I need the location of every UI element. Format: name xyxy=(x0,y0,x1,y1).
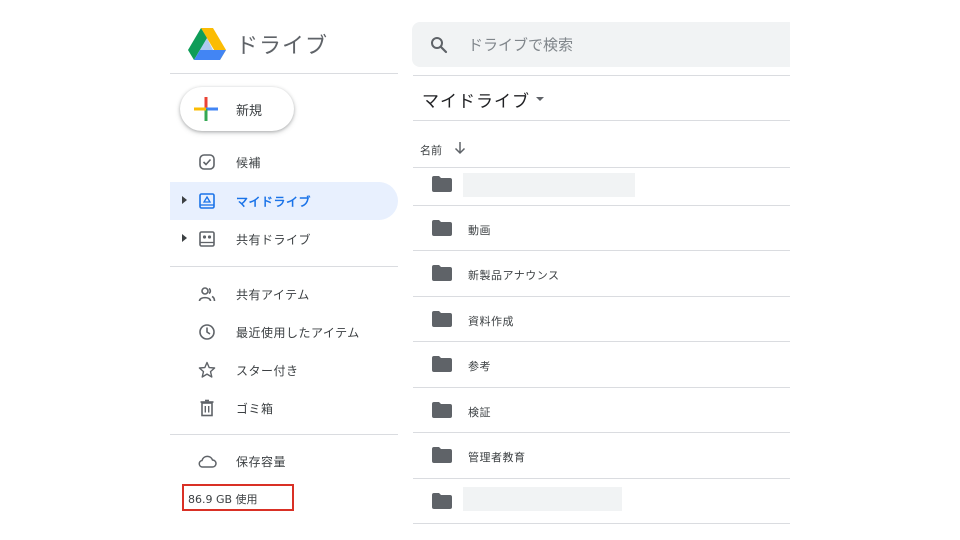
folder-icon xyxy=(432,220,452,236)
folder-icon xyxy=(432,356,452,372)
drive-logo-icon[interactable] xyxy=(188,28,226,60)
column-header-name[interactable]: 名前 xyxy=(420,142,442,158)
sidebar-item-label: 共有ドライブ xyxy=(236,233,312,247)
sidebar-item-suggested[interactable]: 候補 xyxy=(170,143,398,181)
file-name: 検証 xyxy=(468,406,491,419)
expand-caret-icon[interactable] xyxy=(182,234,187,242)
breadcrumb-divider xyxy=(413,120,790,121)
sidebar-item-label: 候補 xyxy=(236,156,262,170)
table-row[interactable]: 動画 xyxy=(413,206,790,251)
sidebar-item-label: 共有アイテム xyxy=(236,288,310,302)
redacted-name xyxy=(463,487,622,511)
sidebar-item-label: 最近使用したアイテム xyxy=(236,326,360,340)
header-divider xyxy=(170,73,398,74)
folder-icon xyxy=(432,402,452,418)
new-button-label: 新規 xyxy=(236,104,263,119)
file-name: 動画 xyxy=(468,224,491,237)
suggest-check-icon xyxy=(199,154,215,170)
sidebar-item-shared-drives[interactable]: 共有ドライブ xyxy=(170,220,398,258)
file-name: 管理者教育 xyxy=(468,451,526,464)
sidebar-item-trash[interactable]: ゴミ箱 xyxy=(170,389,398,427)
sidebar-item-label: スター付き xyxy=(236,364,299,378)
folder-icon xyxy=(432,265,452,281)
file-name: 資料作成 xyxy=(468,315,514,328)
sidebar-item-label: 保存容量 xyxy=(236,455,287,469)
sidebar-item-storage[interactable]: 保存容量 xyxy=(170,442,398,480)
cloud-icon xyxy=(198,455,217,468)
row-divider xyxy=(413,523,790,524)
app-title: ドライブ xyxy=(236,34,329,59)
search-input[interactable]: ドライブで検索 xyxy=(468,34,573,55)
folder-icon xyxy=(432,176,452,192)
sidebar-item-shared-with-me[interactable]: 共有アイテム xyxy=(170,275,398,313)
breadcrumb-my-drive[interactable]: マイドライブ xyxy=(422,87,530,112)
redacted-name xyxy=(463,173,635,197)
folder-icon xyxy=(432,493,452,509)
folder-icon xyxy=(432,311,452,327)
sidebar-item-starred[interactable]: スター付き xyxy=(170,351,398,389)
table-row[interactable] xyxy=(413,479,790,524)
sidebar-divider xyxy=(170,266,398,267)
storage-usage: 86.9 GB 使用 xyxy=(182,484,294,511)
new-button[interactable]: 新規 xyxy=(180,87,294,131)
sidebar-item-label: ゴミ箱 xyxy=(236,402,274,416)
storage-usage-text: 86.9 GB 使用 xyxy=(188,493,258,506)
table-row[interactable]: 管理者教育 xyxy=(413,433,790,478)
table-row[interactable]: 新製品アナウンス xyxy=(413,251,790,296)
plus-icon xyxy=(194,97,218,121)
search-icon[interactable] xyxy=(430,36,448,54)
search-bar[interactable]: ドライブで検索 xyxy=(412,22,790,67)
file-name: 参考 xyxy=(468,360,491,373)
trash-icon xyxy=(200,399,214,417)
sidebar-item-my-drive[interactable]: マイドライブ xyxy=(170,182,398,220)
header-divider xyxy=(413,75,790,76)
star-icon xyxy=(198,361,216,378)
sidebar-divider xyxy=(170,434,398,435)
folder-icon xyxy=(432,447,452,463)
file-name: 新製品アナウンス xyxy=(468,269,560,282)
shared-drives-icon xyxy=(199,231,215,247)
sidebar-item-label: マイドライブ xyxy=(236,195,312,209)
sidebar-item-recent[interactable]: 最近使用したアイテム xyxy=(170,313,398,351)
chevron-down-icon[interactable] xyxy=(536,97,544,101)
table-row[interactable]: 資料作成 xyxy=(413,297,790,342)
sort-arrow-down-icon[interactable] xyxy=(454,141,466,155)
table-row[interactable]: 参考 xyxy=(413,342,790,387)
shared-people-icon xyxy=(198,287,216,302)
my-drive-icon xyxy=(199,193,215,209)
expand-caret-icon[interactable] xyxy=(182,196,187,204)
clock-icon xyxy=(199,324,215,340)
table-row[interactable]: 検証 xyxy=(413,388,790,433)
